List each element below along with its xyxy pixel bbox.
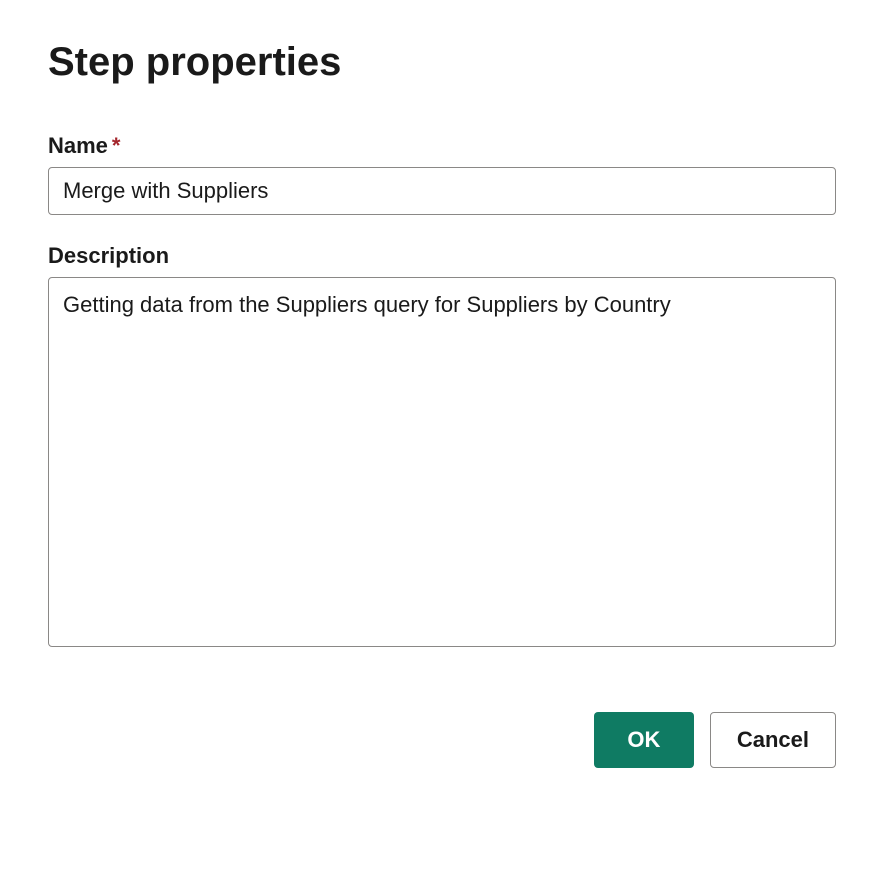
description-label: Description [48,243,836,269]
ok-button[interactable]: OK [594,712,694,768]
name-label: Name* [48,133,836,159]
description-input[interactable]: Getting data from the Suppliers query fo… [48,277,836,647]
description-field-group: Description Getting data from the Suppli… [48,243,836,652]
name-label-text: Name [48,133,108,158]
button-row: OK Cancel [48,712,836,768]
name-field-group: Name* [48,133,836,215]
dialog-title: Step properties [48,40,836,85]
name-input[interactable] [48,167,836,215]
cancel-button[interactable]: Cancel [710,712,836,768]
required-asterisk: * [112,133,121,158]
